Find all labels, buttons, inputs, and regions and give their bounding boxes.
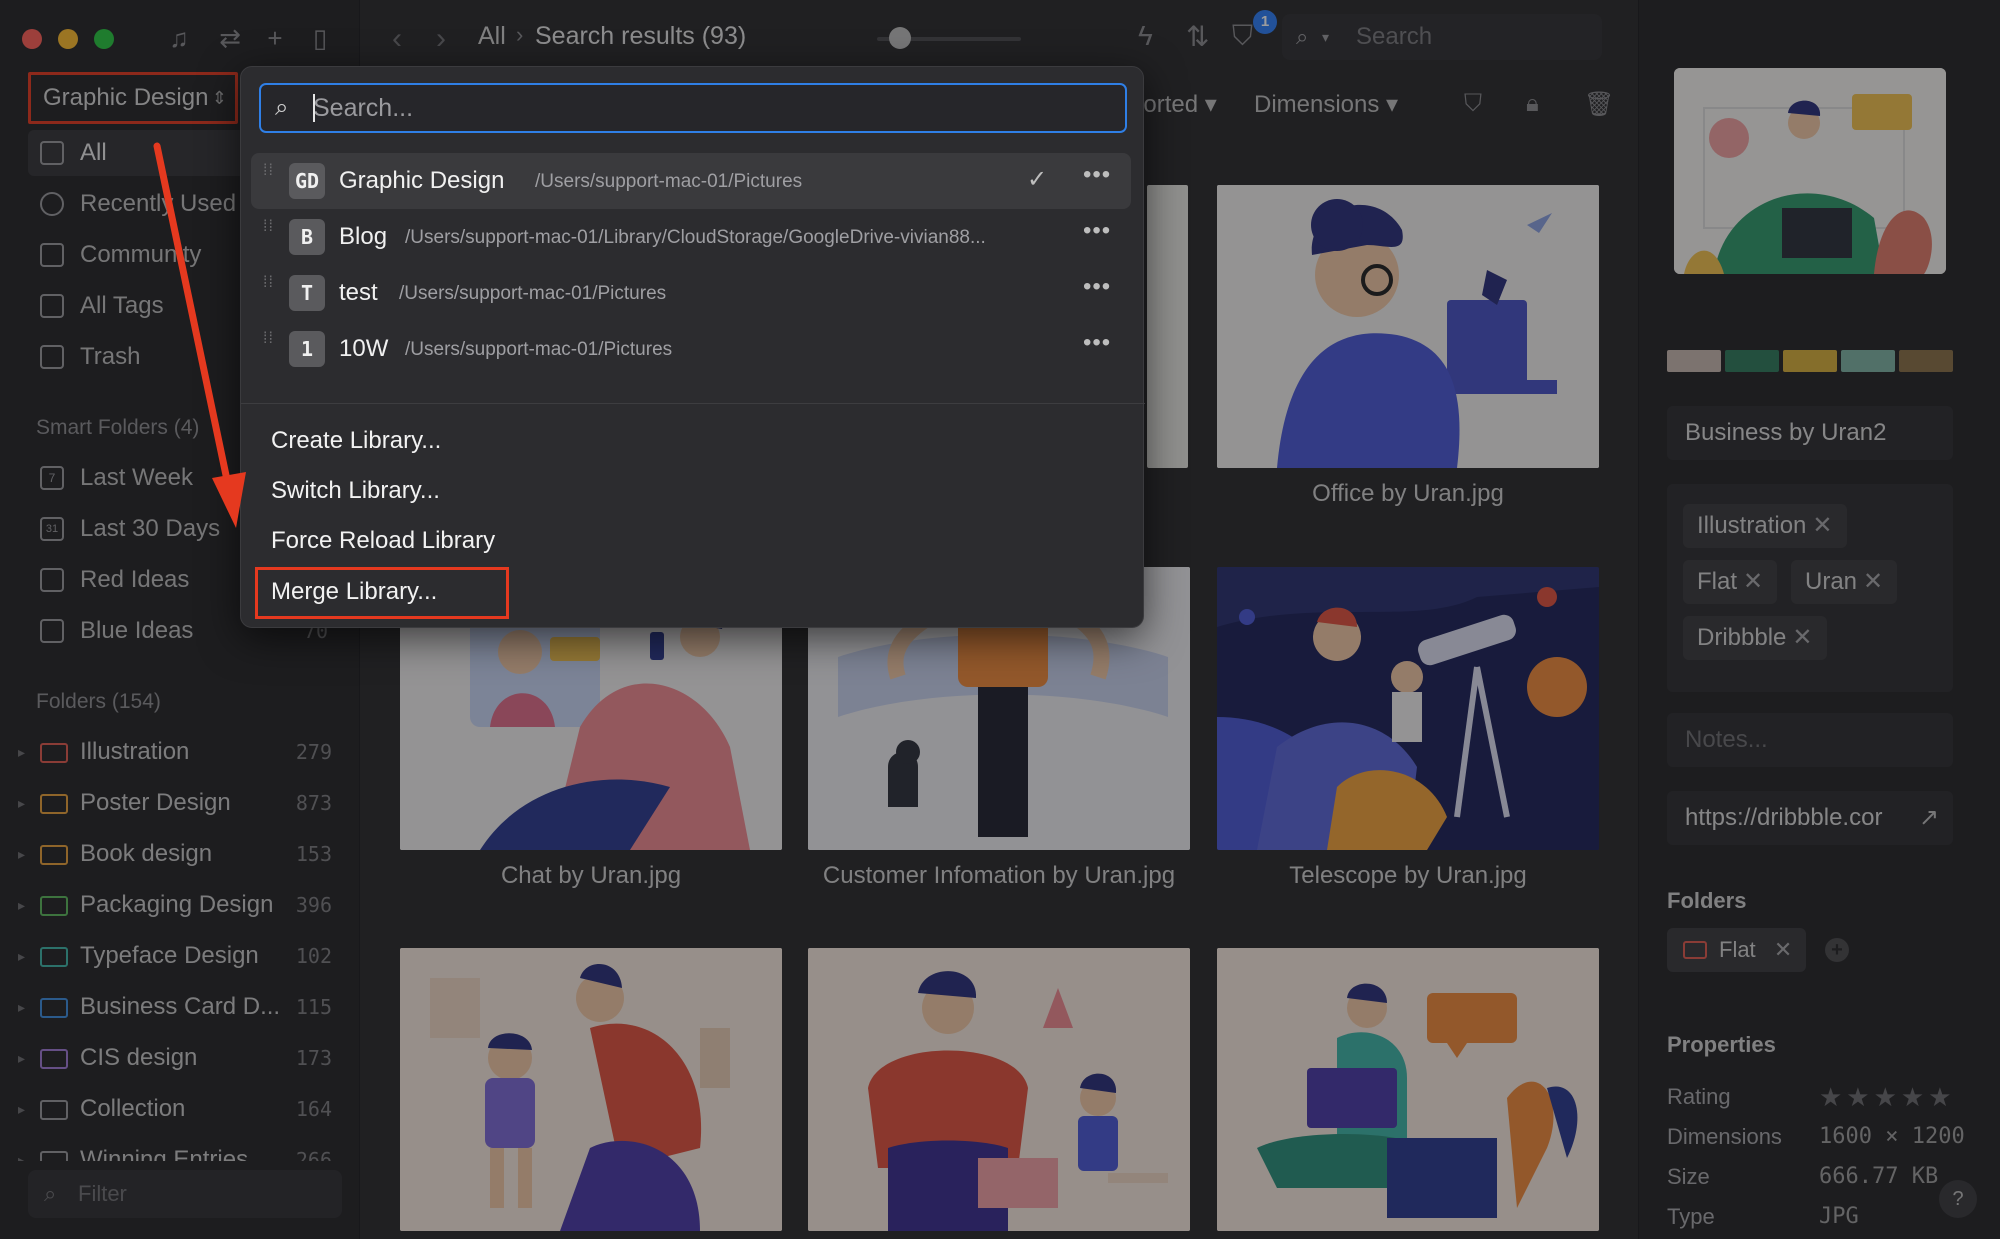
library-avatar: 1: [289, 331, 325, 367]
app-window: ♫ ⇄ + ▯ Graphic Design ⇕ All Recently Us…: [0, 0, 2000, 1239]
library-avatar: GD: [289, 163, 325, 199]
force-reload-library-menu-item[interactable]: Force Reload Library: [271, 527, 495, 555]
drag-handle-icon[interactable]: ⁞⁞: [263, 219, 274, 235]
library-name: Blog: [339, 223, 388, 250]
checkmark-icon: ✓: [1027, 166, 1048, 193]
annotation-highlight-box: [255, 567, 509, 619]
library-path: /Users/support-mac-01/Pictures: [405, 339, 673, 360]
library-name: Graphic Design: [339, 167, 505, 194]
drag-handle-icon[interactable]: ⁞⁞: [263, 331, 274, 347]
library-avatar: B: [289, 219, 325, 255]
library-row[interactable]: ⁞⁞ B Blog /Users/support-mac-01/Library/…: [251, 209, 1131, 265]
menu-divider: [241, 403, 1145, 404]
switch-library-menu-item[interactable]: Switch Library...: [271, 477, 440, 505]
library-row[interactable]: ⁞⁞ 1 10W /Users/support-mac-01/Pictures …: [251, 321, 1131, 377]
library-switcher-popup: ⌕ Search... ⁞⁞ GD Graphic Design /Users/…: [240, 66, 1145, 628]
more-options-icon[interactable]: •••: [1083, 273, 1111, 301]
library-search-placeholder: Search...: [313, 94, 414, 122]
library-row[interactable]: ⁞⁞ T test /Users/support-mac-01/Pictures…: [251, 265, 1131, 321]
library-avatar: T: [289, 275, 325, 311]
library-path: /Users/support-mac-01/Pictures: [399, 283, 667, 304]
more-options-icon[interactable]: •••: [1083, 161, 1111, 189]
library-name: 10W: [339, 335, 389, 362]
library-name: test: [339, 279, 378, 306]
drag-handle-icon[interactable]: ⁞⁞: [263, 163, 274, 179]
more-options-icon[interactable]: •••: [1083, 329, 1111, 357]
drag-handle-icon[interactable]: ⁞⁞: [263, 275, 274, 291]
text-caret: [313, 94, 315, 122]
library-row[interactable]: ⁞⁞ GD Graphic Design /Users/support-mac-…: [251, 153, 1131, 209]
search-icon: ⌕: [275, 94, 289, 121]
library-path: /Users/support-mac-01/Library/CloudStora…: [405, 227, 986, 248]
more-options-icon[interactable]: •••: [1083, 217, 1111, 245]
create-library-menu-item[interactable]: Create Library...: [271, 427, 441, 455]
library-path: /Users/support-mac-01/Pictures: [535, 171, 803, 192]
library-search-input[interactable]: ⌕ Search...: [259, 83, 1127, 133]
